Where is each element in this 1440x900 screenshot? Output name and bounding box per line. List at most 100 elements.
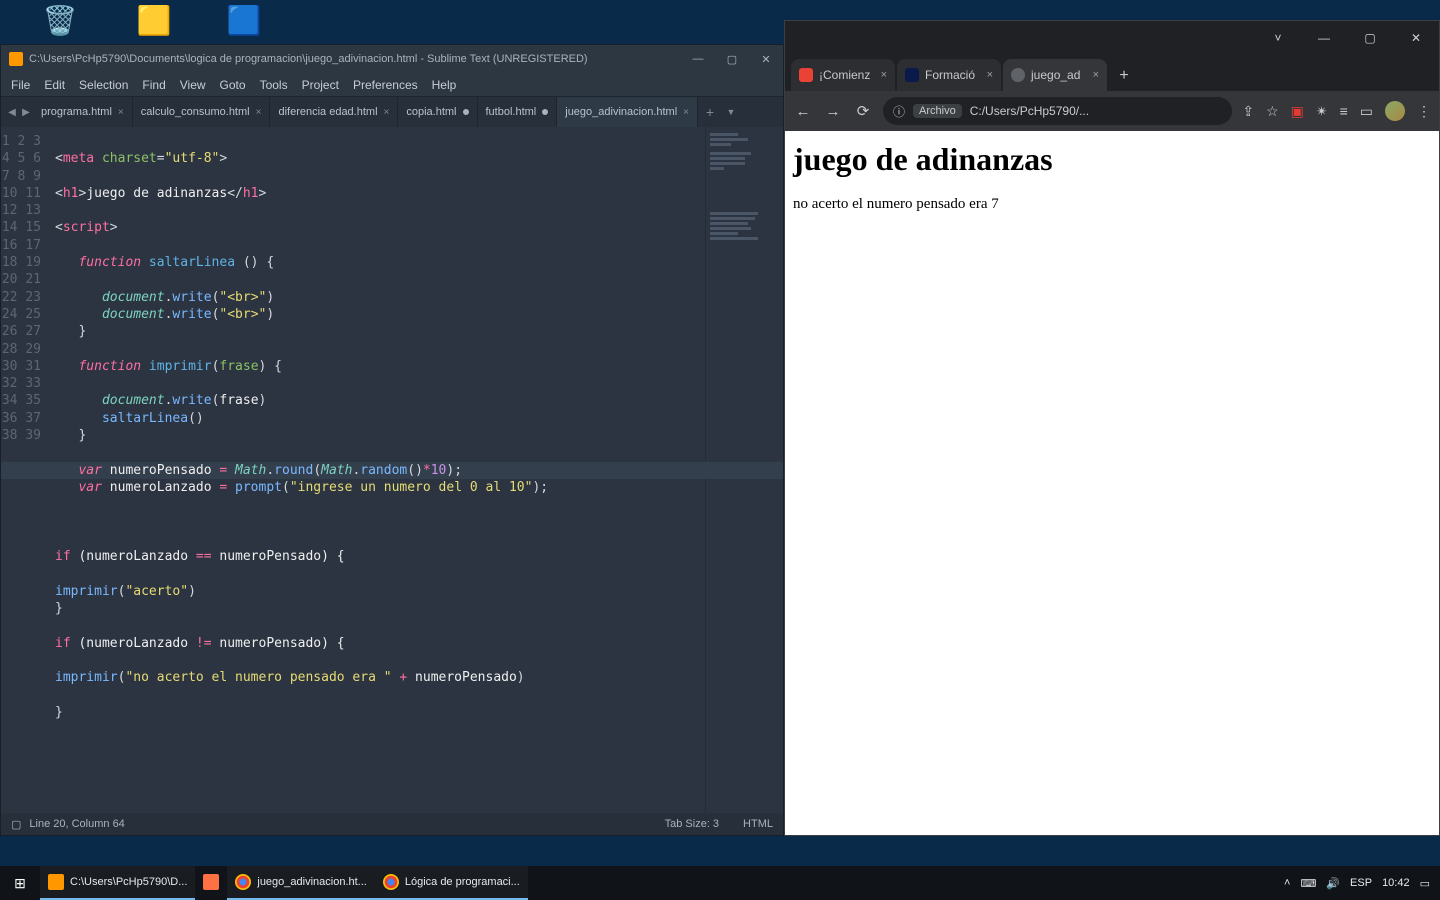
profile-avatar-icon[interactable]	[1385, 101, 1405, 121]
desktop-icon-app1[interactable]: 🟨	[116, 4, 192, 39]
tab-close-icon[interactable]: ×	[384, 107, 390, 118]
tab-nav-prev[interactable]: ◀	[5, 97, 19, 127]
star-icon[interactable]: ☆	[1266, 103, 1279, 120]
sublime-title-text: C:\Users\PcHp5790\Documents\logica de pr…	[29, 53, 588, 65]
tray-language[interactable]: ESP	[1350, 877, 1372, 889]
side-panel-icon[interactable]: ▭	[1360, 103, 1373, 120]
tab-close-icon[interactable]: ×	[987, 69, 993, 81]
sublime-taskbar-icon	[48, 874, 64, 890]
tab-nav-next[interactable]: ▶	[19, 97, 33, 127]
minimize-button[interactable]: —	[681, 45, 715, 73]
tab-label: programa.html	[41, 106, 112, 118]
menu-view[interactable]: View	[180, 78, 206, 92]
editor-body: 1 2 3 4 5 6 7 8 9 10 11 12 13 14 15 16 1…	[1, 127, 783, 813]
file-favicon-icon	[1011, 68, 1025, 82]
minimize-button[interactable]: —	[1301, 21, 1347, 55]
extension-icon[interactable]: ▣	[1291, 103, 1304, 120]
taskbar-item[interactable]: C:\Users\PcHp5790\D...	[40, 866, 195, 900]
site-info-icon[interactable]: ⓘ	[893, 103, 905, 120]
menu-file[interactable]: File	[11, 78, 30, 92]
editor-tab[interactable]: diferencia edad.html ×	[270, 97, 398, 127]
status-cursor[interactable]: Line 20, Column 64	[29, 818, 124, 830]
app-icon: 🟦	[206, 4, 282, 37]
extensions-puzzle-icon[interactable]: ✴	[1316, 103, 1328, 120]
sublime-titlebar[interactable]: C:\Users\PcHp5790\Documents\logica de pr…	[1, 45, 783, 73]
url-scheme-pill: Archivo	[913, 104, 962, 118]
url-text: C:/Users/PcHp5790/...	[970, 104, 1089, 118]
menu-help[interactable]: Help	[432, 78, 457, 92]
editor-tab[interactable]: futbol.html	[478, 97, 558, 127]
tab-close-icon[interactable]: ×	[256, 107, 262, 118]
editor-tab[interactable]: programa.html ×	[33, 97, 133, 127]
editor-tab[interactable]: calculo_consumo.html ×	[133, 97, 271, 127]
tab-label: futbol.html	[486, 106, 537, 118]
editor-tab[interactable]: copia.html	[398, 97, 477, 127]
tab-new-button[interactable]: +	[698, 97, 722, 127]
tab-label: juego_adivinacion.html	[565, 106, 677, 118]
reload-button[interactable]: ⟳	[853, 102, 873, 120]
close-button[interactable]: ✕	[749, 45, 783, 73]
menu-tools[interactable]: Tools	[260, 78, 288, 92]
browser-tab[interactable]: ¡Comienz ×	[791, 59, 895, 91]
trash-icon: 🗑️	[22, 4, 98, 37]
tab-label: calculo_consumo.html	[141, 106, 250, 118]
tab-close-icon[interactable]: ×	[881, 69, 887, 81]
taskbar-item[interactable]: Lógica de programaci...	[375, 866, 528, 900]
maximize-button[interactable]: ▢	[1347, 21, 1393, 55]
tray-overflow-icon[interactable]: ˄	[1284, 877, 1290, 889]
taskbar-label: C:\Users\PcHp5790\D...	[70, 876, 187, 888]
tab-close-icon[interactable]: ×	[1093, 69, 1099, 81]
status-lang[interactable]: HTML	[743, 818, 773, 830]
close-button[interactable]: ✕	[1393, 21, 1439, 55]
menu-find[interactable]: Find	[142, 78, 165, 92]
reading-list-icon[interactable]: ≡	[1340, 103, 1348, 119]
chrome-dropdown-button[interactable]: ˅	[1255, 21, 1301, 55]
editor-tab-active[interactable]: juego_adivinacion.html ×	[557, 97, 698, 127]
chrome-titlebar[interactable]: ˅ — ▢ ✕	[785, 21, 1439, 55]
tab-label: diferencia edad.html	[278, 106, 377, 118]
status-panel-icon[interactable]: ▢	[11, 818, 21, 831]
new-tab-button[interactable]: +	[1109, 61, 1139, 91]
start-button[interactable]: ⊞	[0, 875, 40, 892]
forward-button[interactable]: →	[823, 103, 843, 120]
tray-clock[interactable]: 10:42	[1382, 877, 1410, 889]
taskbar-item[interactable]: juego_adivinacion.ht...	[227, 866, 374, 900]
chrome-menu-icon[interactable]: ⋮	[1417, 103, 1431, 120]
tab-close-icon[interactable]: ×	[683, 107, 689, 118]
tab-label: ¡Comienz	[819, 68, 870, 82]
tab-overflow-button[interactable]: ▼	[722, 97, 740, 127]
taskbar-item[interactable]	[195, 866, 227, 900]
share-icon[interactable]: ⇪	[1242, 103, 1254, 120]
taskbar-label: Lógica de programaci...	[405, 876, 520, 888]
chrome-taskbar-icon	[383, 874, 399, 890]
menu-project[interactable]: Project	[302, 78, 339, 92]
status-tabsize[interactable]: Tab Size: 3	[665, 818, 719, 830]
code-area[interactable]: <meta charset="utf-8"> <h1>juego de adin…	[49, 127, 705, 813]
tray-action-center-icon[interactable]: ▭	[1420, 877, 1430, 890]
menu-preferences[interactable]: Preferences	[353, 78, 418, 92]
tab-label: copia.html	[406, 106, 456, 118]
sublime-tabbar: ◀ ▶ programa.html × calculo_consumo.html ×…	[1, 97, 783, 127]
sublime-icon	[9, 52, 23, 66]
browser-tab[interactable]: Formació ×	[897, 59, 1001, 91]
menu-edit[interactable]: Edit	[44, 78, 65, 92]
browser-tab-active[interactable]: juego_ad ×	[1003, 59, 1107, 91]
omnibox[interactable]: ⓘ Archivo C:/Users/PcHp5790/...	[883, 97, 1232, 125]
chrome-toolbar: ← → ⟳ ⓘ Archivo C:/Users/PcHp5790/... ⇪ …	[785, 91, 1439, 131]
tray-volume-icon[interactable]: 🔊	[1326, 877, 1340, 890]
system-tray: ˄ ⌨ 🔊 ESP 10:42 ▭	[1274, 877, 1440, 890]
tab-close-icon[interactable]: ×	[118, 107, 124, 118]
tray-input-icon[interactable]: ⌨	[1300, 877, 1316, 890]
page-content: juego de adinanzas no acerto el numero p…	[785, 131, 1439, 835]
dirty-dot-icon	[463, 109, 469, 115]
desktop-icon-recycle[interactable]: 🗑️	[22, 4, 98, 39]
maximize-button[interactable]: ▢	[715, 45, 749, 73]
menu-goto[interactable]: Goto	[220, 78, 246, 92]
sublime-statusbar: ▢ Line 20, Column 64 Tab Size: 3 HTML	[1, 813, 783, 835]
tab-label: juego_ad	[1031, 68, 1080, 82]
gmail-favicon-icon	[799, 68, 813, 82]
menu-selection[interactable]: Selection	[79, 78, 128, 92]
desktop-icon-app2[interactable]: 🟦	[206, 4, 282, 39]
back-button[interactable]: ←	[793, 103, 813, 120]
taskbar-label: juego_adivinacion.ht...	[257, 876, 366, 888]
